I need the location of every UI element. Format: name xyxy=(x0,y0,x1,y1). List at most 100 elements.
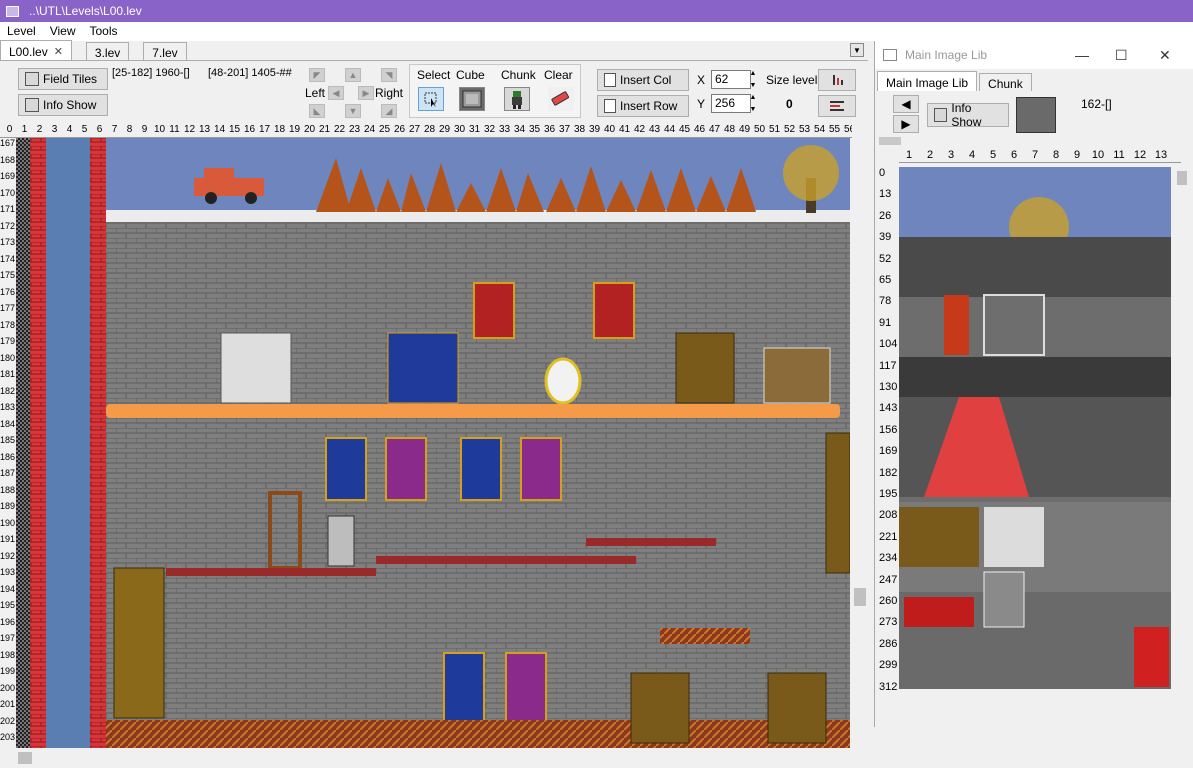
brick-ledge[interactable] xyxy=(586,538,716,546)
lib-info-show-button[interactable]: Info Show xyxy=(927,101,1009,129)
tile-sheet[interactable] xyxy=(899,167,1171,689)
orange-platform[interactable] xyxy=(106,404,840,418)
chunk-tool-icon[interactable] xyxy=(504,87,530,111)
toolbar: Field Tiles Info Show [25-182] 1960-[] [… xyxy=(0,61,868,123)
lib-row-number: 234 xyxy=(879,552,898,565)
rows-icon xyxy=(830,101,844,111)
brick-ledge[interactable] xyxy=(376,556,636,564)
column-number: 9 xyxy=(141,124,148,135)
row-ruler: 167 168 169 170 171 172 173 174 175 176 177 178 179 1… xyxy=(0,138,16,748)
eraser-icon[interactable] xyxy=(548,87,574,111)
right-arrow-icon[interactable]: ▶ xyxy=(893,115,919,133)
up-right-arrow-icon[interactable]: ◥ xyxy=(381,68,397,82)
close-icon[interactable]: ✕ xyxy=(54,45,63,58)
row-number: 171 xyxy=(0,204,16,214)
row-number: 176 xyxy=(0,286,16,297)
lib-column-number: 9 xyxy=(1073,149,1081,161)
bed xyxy=(387,332,459,404)
menu-level[interactable]: Level xyxy=(0,22,43,41)
y-spinner-icon[interactable]: ▲ ▼ xyxy=(747,94,759,113)
insert-col-button[interactable]: Insert Col xyxy=(597,69,689,91)
lib-vertical-scrollbar[interactable] xyxy=(1175,167,1189,689)
level-canvas[interactable] xyxy=(16,138,850,748)
vertical-scrollbar[interactable] xyxy=(852,138,868,748)
floor-platform[interactable] xyxy=(660,628,750,644)
up-left-arrow-icon[interactable]: ◤ xyxy=(309,68,325,82)
y-input[interactable]: 256 xyxy=(711,94,751,113)
column-number: 49 xyxy=(738,124,751,135)
fireplace xyxy=(220,332,292,404)
level-scene[interactable] xyxy=(16,138,850,748)
field-tiles-button[interactable]: Field Tiles xyxy=(18,68,108,90)
column-number: 16 xyxy=(243,124,256,135)
scroll-thumb[interactable] xyxy=(1177,171,1187,185)
row-number: 196 xyxy=(0,616,16,627)
lib-row-number: 260 xyxy=(879,595,898,607)
window-title: ..\UTL\Levels\L00.lev xyxy=(29,4,142,18)
tab-l00[interactable]: L00.lev ✕ xyxy=(0,40,72,60)
column-number: 30 xyxy=(453,124,466,135)
column-number: 22 xyxy=(333,124,346,135)
maximize-icon[interactable]: ☐ xyxy=(1115,47,1128,64)
lib-column-ruler: 1 2 3 4 5 6 7 8 9 10 11 12 13 xyxy=(899,149,1181,163)
tab-label: 7.lev xyxy=(152,45,178,60)
minimize-icon[interactable]: — xyxy=(1075,47,1089,63)
size-up-button[interactable] xyxy=(818,69,856,91)
x-input[interactable]: 62 xyxy=(711,70,751,89)
cube-tool-icon[interactable] xyxy=(459,87,485,111)
column-number: 48 xyxy=(723,124,736,135)
lib-row-number: 26 xyxy=(879,209,892,222)
scroll-thumb[interactable] xyxy=(18,752,32,764)
left-arrow-icon[interactable]: ◀ xyxy=(328,86,344,100)
row-number: 189 xyxy=(0,501,16,511)
down-right-arrow-icon[interactable]: ◢ xyxy=(381,104,397,118)
menu-tools[interactable]: Tools xyxy=(82,22,124,41)
drawer-cabinet xyxy=(113,567,165,719)
select-tool-icon[interactable] xyxy=(418,87,444,111)
close-icon[interactable]: ✕ xyxy=(1159,47,1171,64)
lib-row-number: 247 xyxy=(879,573,898,586)
tab-chunk[interactable]: Chunk xyxy=(979,73,1032,91)
row-number: 174 xyxy=(0,253,16,264)
row-number: 178 xyxy=(0,319,16,330)
row-number: 198 xyxy=(0,649,16,660)
insert-row-button[interactable]: Insert Row xyxy=(597,95,689,117)
floor[interactable] xyxy=(106,720,850,748)
tab-7[interactable]: 7.lev xyxy=(143,42,187,60)
left-label: Left xyxy=(305,86,326,100)
down-arrow-icon[interactable]: ▼ xyxy=(345,104,361,118)
tool-clear-label: Clear xyxy=(544,68,573,82)
lib-column-number: 5 xyxy=(989,149,997,161)
right-arrow-icon[interactable]: ▶ xyxy=(358,86,374,100)
brick-ledge[interactable] xyxy=(166,568,376,576)
tab-label: 3.lev xyxy=(94,45,121,60)
menu-view[interactable]: View xyxy=(43,22,83,41)
row-number: 167 xyxy=(0,138,16,148)
column-number: 46 xyxy=(693,124,706,135)
row-number: 184 xyxy=(0,418,16,429)
tab-3[interactable]: 3.lev xyxy=(85,42,130,60)
tab-main-image-lib[interactable]: Main Image Lib xyxy=(877,71,978,91)
lib-row-number: 169 xyxy=(879,445,898,458)
row-number: 180 xyxy=(0,352,16,363)
info-show-button[interactable]: Info Show xyxy=(18,94,108,116)
column-number: 38 xyxy=(573,124,586,135)
column-number: 52 xyxy=(783,124,796,135)
column-number: 0 xyxy=(6,124,13,135)
left-arrow-icon[interactable]: ◀ xyxy=(893,95,919,113)
horizontal-scrollbar[interactable] xyxy=(16,748,852,768)
tabs-dropdown-icon[interactable]: ▼ xyxy=(850,43,864,57)
column-number: 55 xyxy=(828,124,841,135)
banner xyxy=(520,437,562,501)
window-icon xyxy=(883,49,897,61)
up-arrow-icon[interactable]: ▲ xyxy=(345,68,361,82)
down-left-arrow-icon[interactable]: ◣ xyxy=(309,104,325,118)
scroll-thumb[interactable] xyxy=(854,588,866,606)
menu-bar: Level View Tools xyxy=(0,22,1193,41)
size-down-button[interactable] xyxy=(818,95,856,117)
column-number: 15 xyxy=(228,124,241,135)
selected-tile-preview xyxy=(1016,97,1056,133)
x-spinner-icon[interactable]: ▲ ▼ xyxy=(747,70,759,89)
tile-library-canvas[interactable] xyxy=(899,167,1171,689)
lib-row-number: 182 xyxy=(879,466,898,479)
